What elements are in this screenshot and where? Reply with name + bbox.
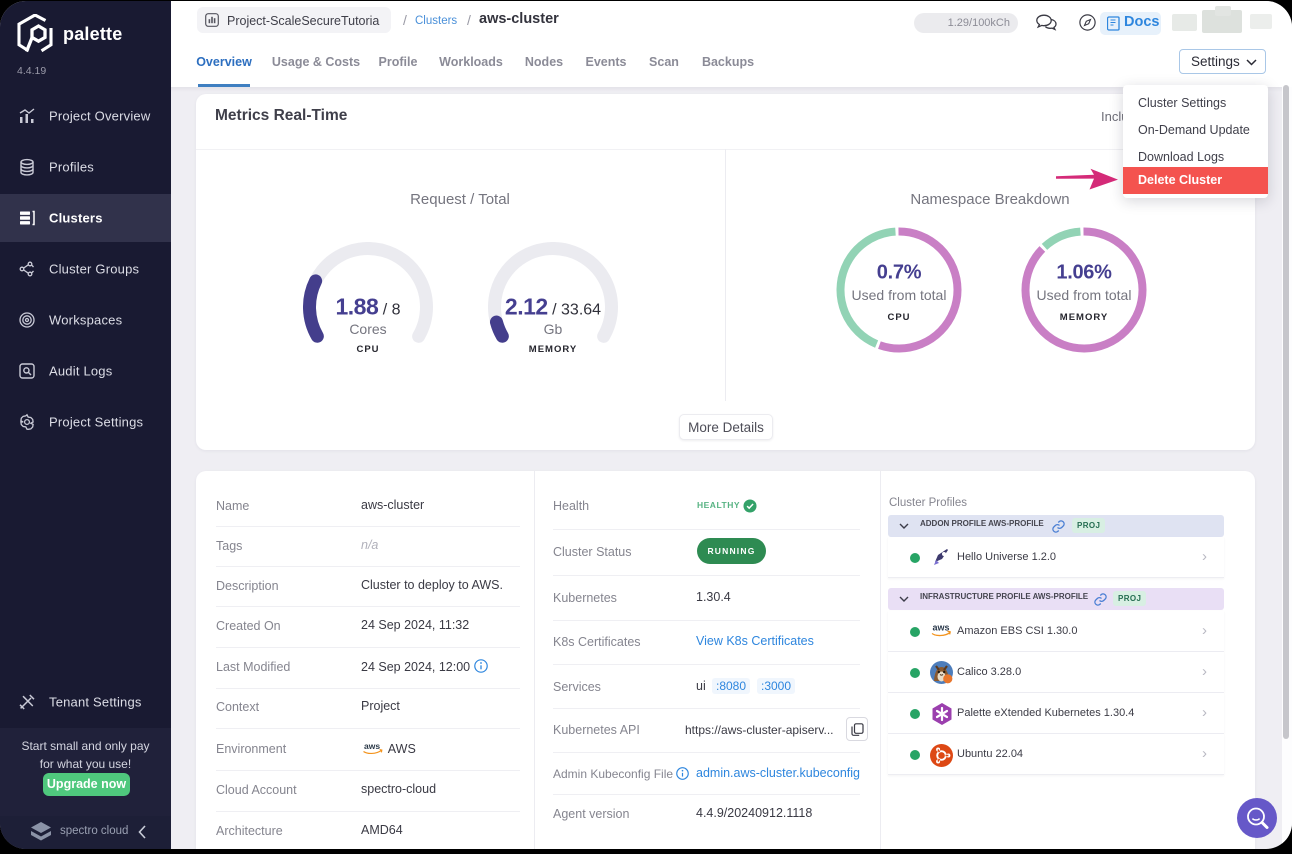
- svg-text:aws: aws: [364, 741, 380, 751]
- svg-text:aws: aws: [933, 623, 950, 633]
